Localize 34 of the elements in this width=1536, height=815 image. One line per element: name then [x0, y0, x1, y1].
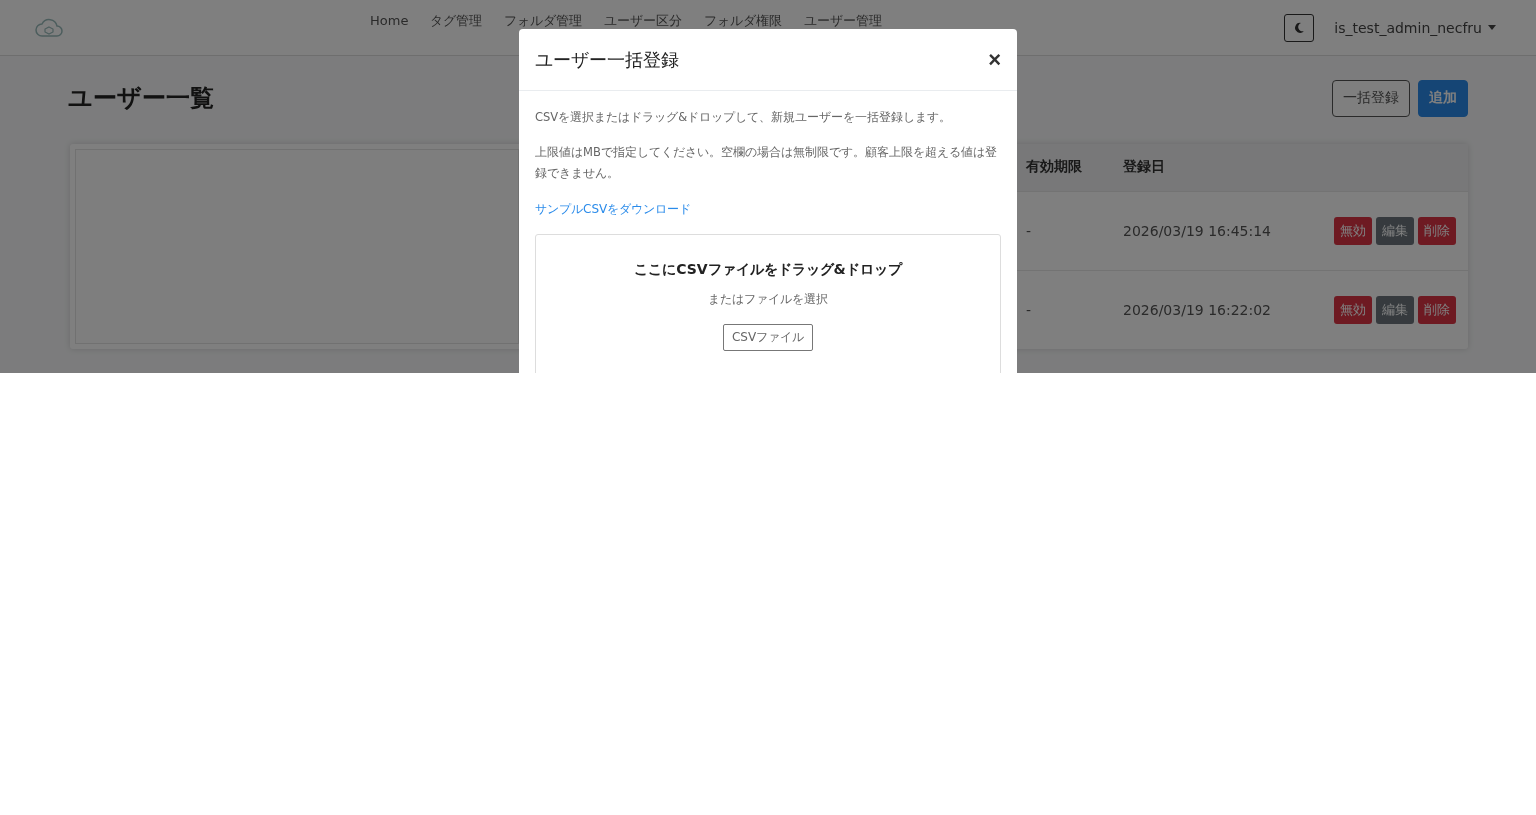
file-select-button[interactable]: CSVファイル	[722, 324, 814, 351]
close-button[interactable]: ×	[988, 48, 1001, 71]
column-header: 有効期限	[1026, 158, 1083, 177]
description-text: 上限値はMBで指定してください。空欄の場合は無制限です。顧客上限を超える値は登録できません。	[535, 144, 998, 182]
table-cell-text: -	[1026, 222, 1033, 239]
action-button[interactable]: 削除	[1418, 216, 1456, 245]
action-button[interactable]: 無効	[1334, 216, 1372, 245]
column-header: 登録日	[1123, 158, 1166, 177]
modal-title: ユーザー一括登録	[535, 47, 679, 72]
user-menu[interactable]: is_test_admin_necfru	[1328, 18, 1502, 37]
table-cell-text: 2026/03/19 16:22:02	[1123, 301, 1273, 318]
action-button[interactable]: 編集	[1376, 295, 1414, 324]
table-cell-text: -	[1026, 301, 1033, 318]
description-text: CSVを選択またはドラッグ&ドロップして、新規ユーザーを一括登録します。	[535, 109, 953, 126]
moon-icon	[1293, 21, 1306, 34]
drop-zone-heading: ここにCSVファイルをドラッグ&ドロップ	[634, 261, 902, 279]
action-button[interactable]: 無効	[1334, 295, 1372, 324]
action-button[interactable]: 削除	[1418, 295, 1456, 324]
bulk-register-button[interactable]: 一括登録	[1332, 79, 1410, 117]
nav-link[interactable]: Home	[370, 13, 409, 28]
nav-link[interactable]: フォルダ権限	[704, 13, 783, 28]
page-title: ユーザー一覧	[68, 83, 214, 114]
nav-link[interactable]: タグ管理	[430, 13, 483, 28]
nav-link[interactable]: フォルダ管理	[504, 13, 583, 28]
nav-link[interactable]: ユーザー区分	[604, 13, 683, 28]
caret-icon	[1488, 25, 1496, 30]
add-button[interactable]: 追加	[1418, 79, 1468, 117]
table-cell-text: 2026/03/19 16:45:14	[1123, 222, 1273, 239]
nav-link[interactable]: ユーザー管理	[804, 13, 883, 28]
download-link[interactable]: サンプルCSVをダウンロード	[535, 201, 692, 218]
action-button[interactable]: 編集	[1376, 216, 1414, 245]
theme-toggle-button[interactable]	[1284, 13, 1315, 42]
drop-zone-subtext: またはファイルを選択	[708, 291, 828, 308]
drop-zone[interactable]: ここにCSVファイルをドラッグ&ドロップ またはファイルを選択 CSVファイル	[535, 234, 1001, 373]
